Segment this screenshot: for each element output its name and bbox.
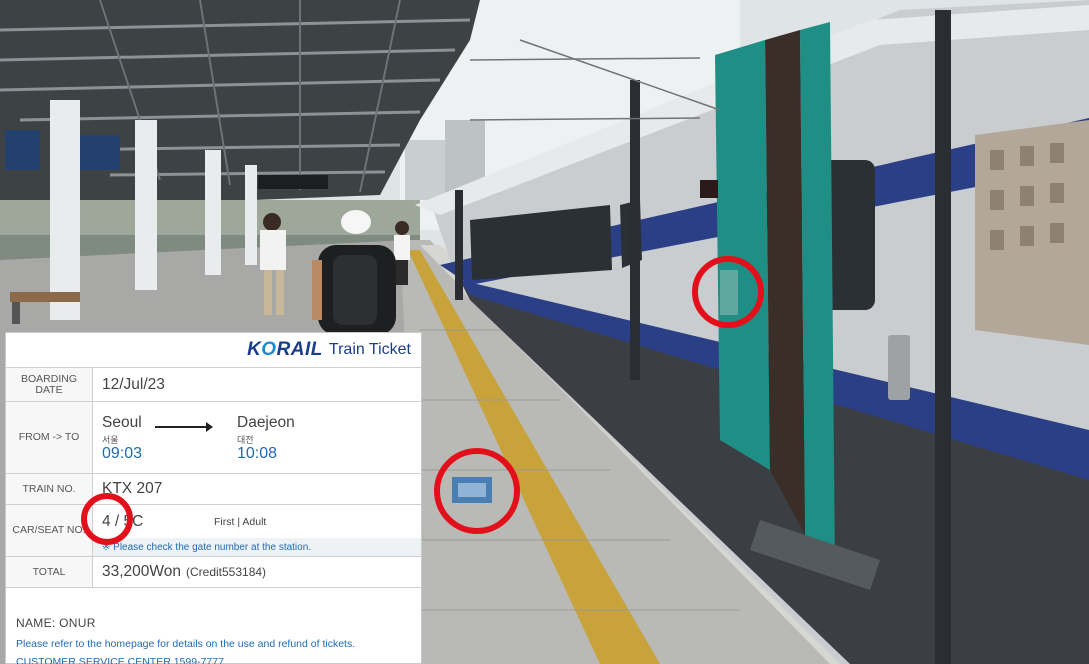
ticket-car-number-highlight-circle [81,493,133,545]
ticket-header: KORAIL Train Ticket [6,333,421,368]
from-to-label: FROM -> TO [6,402,93,473]
train-ticket: KORAIL Train Ticket BOARDING DATE 12/Jul/… [5,332,422,664]
boarding-position-highlight-circle [434,448,520,534]
seat-class: First | Adult [214,515,267,528]
korail-logo: KORAIL [247,339,323,360]
payment-detail: (Credit553184) [186,565,267,579]
train-number-label: TRAIN NO. [6,474,93,504]
train-number-row: TRAIN NO. KTX 207 [6,474,421,505]
car-seat-label: CAR/SEAT NO. [6,505,93,556]
route-arrow-icon [155,422,213,432]
route-row: FROM -> TO Seoul 서울 09:03 Daejeon 대전 10:… [6,402,421,474]
ticket-title: Train Ticket [328,341,411,358]
car-seat-row: CAR/SEAT NO. 4 / 5C First | Adult ※ Plea… [6,505,421,557]
gate-notice: ※ Please check the gate number at the st… [93,538,421,556]
refund-notice: Please refer to the homepage for details… [16,638,356,650]
arrival-station: Daejeon [237,414,295,431]
total-amount: 33,200Won [102,563,181,580]
departure-station: Seoul [102,414,142,431]
route-details: Seoul 서울 09:03 Daejeon 대전 10:08 [93,402,421,473]
arrival-time: 10:08 [237,445,278,462]
passenger-name: NAME: ONUR [16,616,96,630]
car-number-highlight-circle [692,256,764,328]
customer-service-info: CUSTOMER SERVICE CENTER 1599-7777 [16,656,224,664]
departure-time: 09:03 [102,445,143,462]
total-row: TOTAL 33,200Won (Credit553184) [6,557,421,588]
boarding-date-row: BOARDING DATE 12/Jul/23 [6,368,421,402]
boarding-date-value: 12/Jul/23 [102,375,165,393]
total-label: TOTAL [6,557,93,587]
boarding-date-label: BOARDING DATE [6,368,93,401]
ticket-footer: NAME: ONUR Please refer to the homepage … [6,588,421,664]
